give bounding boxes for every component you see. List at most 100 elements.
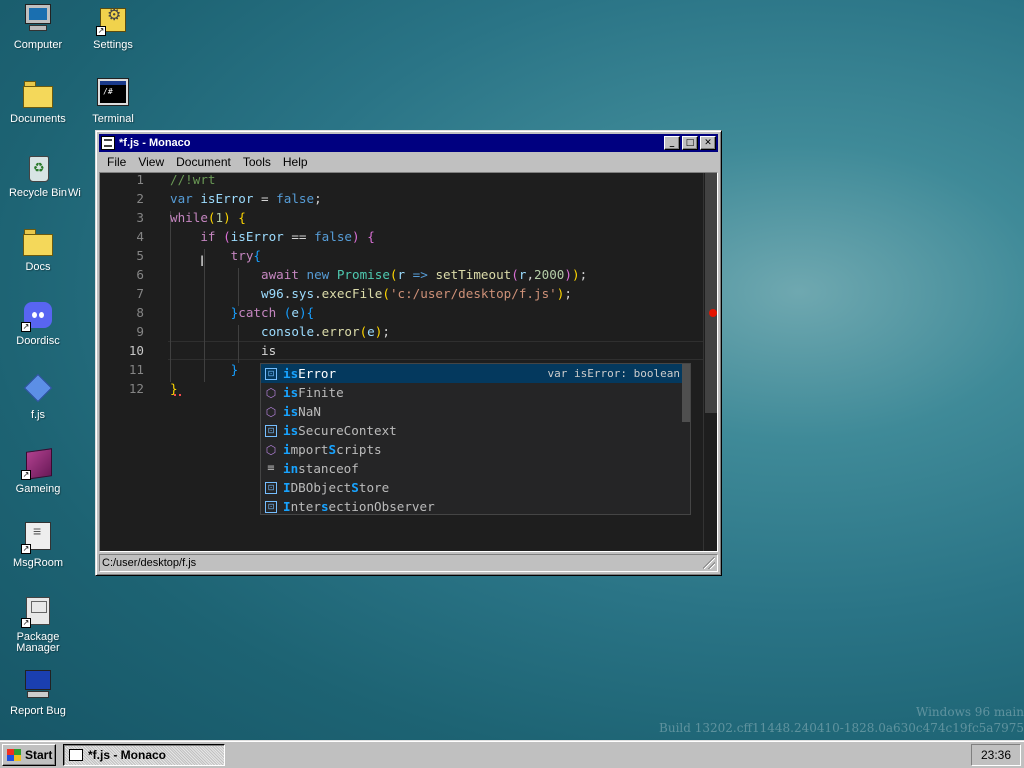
suggestion-detail: var isError: boolean: [547, 367, 680, 380]
taskbar-task-monaco[interactable]: *f.js - Monaco: [63, 744, 225, 766]
package-icon: ↗: [21, 594, 55, 628]
watermark-line-2: Build 13202.cff11448.240410-1828.0a630c4…: [659, 721, 1024, 735]
suggestion-item[interactable]: ⊡ isError var isError: boolean: [261, 364, 690, 383]
code-token: isError: [200, 191, 254, 206]
code-token: .: [314, 324, 322, 339]
editor-scrollbar[interactable]: [703, 173, 717, 551]
folder-icon: [21, 76, 55, 110]
code-line[interactable]: 9 console.error(e);: [100, 322, 703, 341]
window-title: *f.js - Monaco: [119, 137, 191, 149]
suggestion-item[interactable]: ≡ instanceof: [261, 459, 690, 478]
code-line[interactable]: 5 try{: [100, 246, 703, 265]
menu-help[interactable]: Help: [277, 155, 314, 169]
status-file-path: C:/user/desktop/f.js: [102, 557, 197, 569]
suggestion-text: S: [328, 442, 337, 457]
desktop-icon-label: Recycle Bin: [8, 187, 68, 199]
suggestion-text: S: [351, 480, 359, 495]
autocomplete-scrollbar[interactable]: [682, 364, 690, 422]
discord-icon: ↗: [21, 298, 55, 332]
scrollbar-thumb[interactable]: [705, 173, 717, 413]
code-token: =: [253, 191, 277, 206]
window-titlebar[interactable]: *f.js - Monaco _ □ ✕: [99, 134, 718, 152]
code-token: ): [352, 229, 360, 244]
resize-grip-icon[interactable]: [703, 557, 715, 569]
code-token: 'c:/user/desktop/f.js': [389, 286, 557, 301]
code-line[interactable]: 7 w96.sys.execFile('c:/user/desktop/f.js…: [100, 284, 703, 303]
suggestion-text: tore: [358, 480, 390, 495]
desktop-icon-computer[interactable]: Computer: [0, 2, 76, 51]
terminal-icon: [96, 76, 130, 110]
code-line[interactable]: 8 }catch (e){: [100, 303, 703, 322]
notepad-icon: [101, 136, 115, 150]
code-text: await new Promise(r => setTimeout(r,2000…: [170, 265, 587, 284]
menu-document[interactable]: Document: [170, 155, 237, 169]
clock: 23:36: [980, 748, 1012, 762]
desktop-icon-msgroom[interactable]: ↗ MsgRoom: [0, 520, 76, 569]
suggestion-item[interactable]: ⊡ isSecureContext: [261, 421, 690, 440]
suggestion-text: i: [283, 442, 291, 457]
start-button[interactable]: Start: [2, 744, 56, 766]
computer-icon: [21, 2, 55, 36]
code-editor[interactable]: 1//!wrt 2 var isError = false; 3 while(1) {4…: [99, 172, 718, 552]
desktop-icon-terminal[interactable]: Terminal: [75, 76, 151, 125]
desktop-icon-package-manager[interactable]: ↗ Package Manager: [0, 594, 76, 654]
desktop-icon-recycle-bin[interactable]: Recycle Bin: [0, 150, 76, 199]
suggestion-text: nter: [290, 499, 321, 514]
menu-tools[interactable]: Tools: [237, 155, 277, 169]
code-token: var: [170, 191, 201, 206]
maximize-button[interactable]: □: [682, 136, 698, 150]
suggestion-text: I: [283, 499, 291, 514]
code-token: //!wrt: [170, 172, 216, 187]
desktop-icon-gameing[interactable]: ↗ Gameing: [0, 446, 76, 495]
desktop-icon-label: Docs: [25, 261, 51, 273]
close-button[interactable]: ✕: [700, 136, 716, 150]
line-number: 6: [136, 267, 144, 282]
msgroom-icon: ↗: [21, 520, 55, 554]
code-line[interactable]: 3 while(1) {: [100, 208, 703, 227]
desktop-icon-label: Documents: [10, 113, 66, 125]
code-token: ==: [283, 229, 315, 244]
code-line[interactable]: 6 await new Promise(r => setTimeout(r,20…: [100, 265, 703, 284]
desktop-icon-docs[interactable]: Docs: [0, 224, 76, 273]
code-token: }: [170, 362, 239, 377]
code-token: 2000: [534, 267, 565, 282]
suggestion-text: SecureContext: [298, 423, 397, 438]
code-line[interactable]: 4 if (isError == false) {: [100, 227, 703, 246]
error-squiggle: [174, 393, 181, 396]
suggestion-item[interactable]: ⬡ isFinite: [261, 383, 690, 402]
desktop-icon-label: f.js: [30, 409, 46, 421]
desktop-icon-settings[interactable]: ↗ Settings: [75, 2, 151, 51]
system-tray-clock[interactable]: 23:36: [971, 744, 1021, 766]
code-token: ): [571, 267, 580, 282]
desktop-icon-partial-label: Wi: [68, 187, 81, 199]
desktop-icon-f-js[interactable]: f.js: [0, 372, 76, 421]
desktop-icon-report-bug[interactable]: Report Bug: [0, 668, 76, 717]
suggestion-item[interactable]: ⊡ IDBObjectStore: [261, 478, 690, 497]
desktop-icon-documents[interactable]: Documents: [0, 76, 76, 125]
settings-icon: ↗: [96, 2, 130, 36]
suggestion-item[interactable]: ⊡ IntersectionObserver: [261, 497, 690, 516]
desktop-icon-doordisc[interactable]: ↗ Doordisc: [0, 298, 76, 347]
code-line[interactable]: 1 //!wrt: [100, 172, 703, 189]
suggestion-text: I: [283, 480, 291, 495]
menu-view[interactable]: View: [132, 155, 170, 169]
code-token: r: [397, 267, 406, 282]
code-line[interactable]: 10 is: [100, 341, 703, 360]
suggestion-match: is: [283, 385, 299, 400]
code-token: ): [564, 267, 572, 282]
code-token: ;: [314, 191, 322, 206]
code-token: ): [298, 305, 307, 320]
desktop-icon-partial[interactable]: Wi: [68, 188, 98, 199]
method-icon: ⬡: [265, 443, 277, 457]
menu-file[interactable]: File: [101, 155, 132, 169]
code-token: try: [170, 248, 254, 263]
code-token: Promise: [336, 267, 390, 282]
code-line[interactable]: 2 var isError = false;: [100, 189, 703, 208]
windows-logo-icon: [7, 749, 21, 761]
code-token: await: [170, 267, 307, 282]
minimize-button[interactable]: _: [664, 136, 680, 150]
suggestion-item[interactable]: ⬡ isNaN: [261, 402, 690, 421]
task-label: *f.js - Monaco: [88, 748, 167, 762]
suggestion-item[interactable]: ⬡ importScripts: [261, 440, 690, 459]
suggestion-text: s: [320, 499, 329, 514]
